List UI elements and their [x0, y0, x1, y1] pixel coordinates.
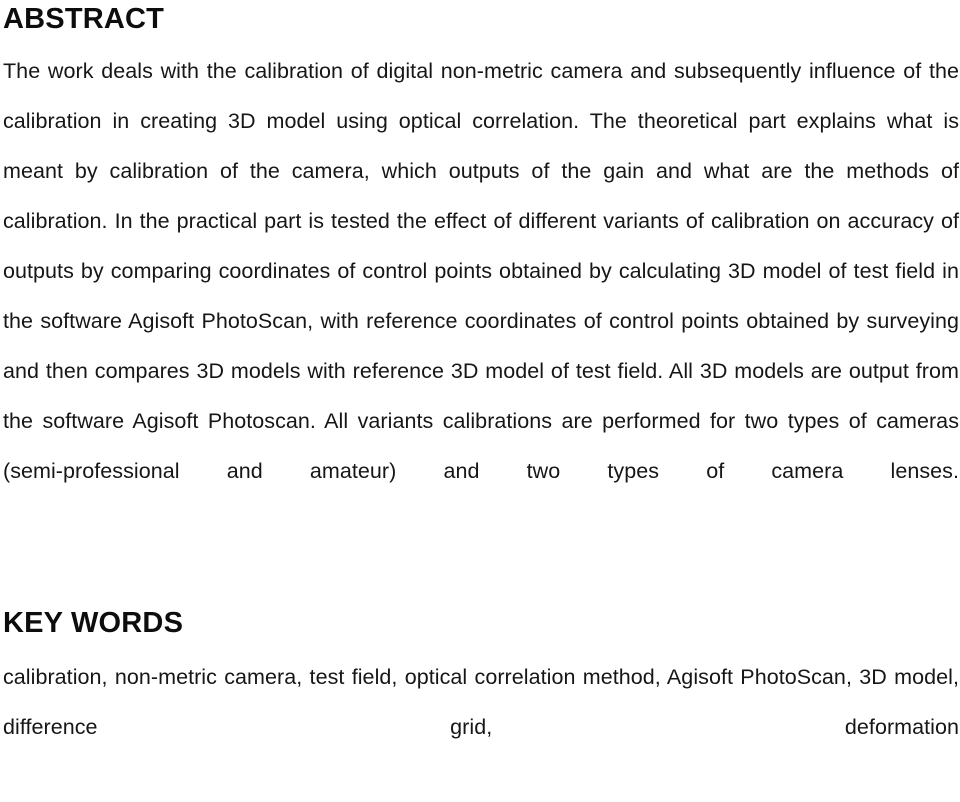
abstract-heading: ABSTRACT	[3, 3, 165, 35]
document-page: ABSTRACT The work deals with the calibra…	[0, 0, 960, 796]
keywords-heading: KEY WORDS	[3, 607, 184, 639]
abstract-paragraph: The work deals with the calibration of d…	[3, 59, 959, 483]
keywords-paragraph: calibration, non-metric camera, test fie…	[3, 665, 959, 739]
